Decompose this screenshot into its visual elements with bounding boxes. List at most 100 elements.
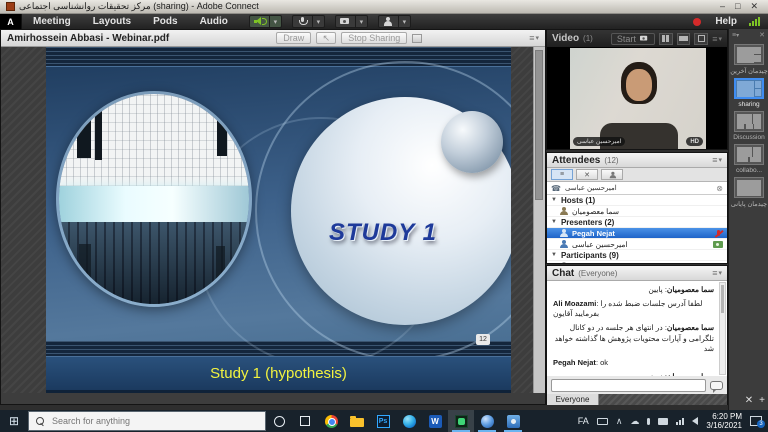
chevron-down-icon: ▾ [719, 35, 723, 43]
close-layout-icon[interactable]: ✕ [745, 395, 753, 406]
layout-item[interactable]: چیدمان آخرین [729, 44, 768, 75]
file-explorer-button[interactable] [344, 410, 370, 432]
chrome-button[interactable] [318, 410, 344, 432]
stop-sharing-button[interactable]: Stop Sharing [341, 32, 407, 44]
attendee-list-view-button[interactable]: ≡ [551, 169, 573, 180]
menu-pods[interactable]: Pods [142, 14, 188, 29]
browser-app-button[interactable] [474, 410, 500, 432]
cortana-button[interactable] [266, 410, 292, 432]
task-view-button[interactable] [292, 410, 318, 432]
tab-everyone[interactable]: Everyone [547, 394, 599, 405]
menu-meeting[interactable]: Meeting [22, 14, 82, 29]
webcam-dropdown[interactable]: ▾ [356, 15, 367, 28]
breakout-view-button[interactable]: ✕ [576, 169, 598, 180]
adobe-connect-taskbar-button[interactable] [448, 410, 474, 432]
chat-pod-title: Chat [552, 268, 574, 279]
dismiss-icon[interactable]: ⊗ [716, 184, 723, 193]
menu-icon: ≡ [712, 155, 717, 165]
layout-thumbnail[interactable] [734, 144, 764, 165]
group-header-presenters[interactable]: ▼ Presenters (2) [547, 217, 727, 228]
speaker-dropdown[interactable]: ▾ [270, 15, 281, 28]
draw-button[interactable]: Draw [276, 32, 311, 44]
maximize-icon[interactable]: □ [735, 1, 740, 12]
layouts-bar-close-icon[interactable]: ✕ [759, 31, 765, 39]
status-control[interactable]: ▾ [378, 15, 411, 28]
share-pod: Amirhossein Abbasi - Webinar.pdf Draw ↖ … [0, 29, 546, 405]
menu-layouts[interactable]: Layouts [82, 14, 142, 29]
layouts-sidebar: ≡▾ ✕ چیدمان آخرین sharing Discussion [728, 29, 768, 410]
speaker-control[interactable]: ▾ [249, 15, 282, 28]
attendee-row[interactable]: امیرحسین عباسی [547, 239, 727, 250]
onedrive-cloud-icon[interactable]: ☁ [630, 416, 639, 427]
layout-item[interactable]: چیدمان پایانی [729, 177, 768, 208]
volume-icon[interactable] [692, 417, 698, 425]
taskbar-search[interactable] [28, 411, 266, 431]
presentation-slide: STUDY 1 12 Study 1 (hypothesis) [46, 47, 511, 393]
webcam-control[interactable]: ▾ [335, 15, 368, 28]
attendee-row[interactable]: Ali Moazami [547, 261, 727, 264]
menu-help[interactable]: Help [715, 16, 737, 27]
language-indicator[interactable]: FA [578, 416, 589, 426]
filmstrip-view-button[interactable] [677, 33, 691, 45]
connection-signal-icon[interactable] [749, 17, 760, 26]
group-header-participants[interactable]: ▼ Participants (9) [547, 250, 727, 261]
send-message-icon[interactable] [710, 381, 723, 390]
microphone-control[interactable]: ▾ [292, 15, 325, 28]
close-icon[interactable]: ✕ [750, 1, 758, 12]
attendee-row[interactable]: سما معصومیان [547, 206, 727, 217]
layout-thumbnail[interactable] [734, 78, 764, 99]
word-button[interactable]: W [422, 410, 448, 432]
add-layout-icon[interactable]: + [759, 395, 765, 406]
settings-app-button[interactable] [500, 410, 526, 432]
pointer-button[interactable]: ↖ [316, 32, 336, 44]
keyboard-icon[interactable] [597, 418, 608, 425]
layout-thumbnail[interactable] [734, 44, 764, 65]
collapse-icon: ▼ [551, 197, 557, 203]
network-icon[interactable] [676, 418, 684, 425]
attendee-row-selected[interactable]: Pegah Nejat [547, 228, 727, 239]
video-pod-menu[interactable]: ≡ ▾ [712, 34, 722, 44]
photoshop-button[interactable]: Ps [370, 410, 396, 432]
minimize-icon[interactable]: – [720, 1, 725, 12]
layout-thumbnail[interactable] [734, 111, 764, 132]
chat-tabs-bar: Everyone [547, 394, 727, 405]
layout-item[interactable]: Discussion [729, 111, 768, 141]
share-pod-header: Amirhossein Abbasi - Webinar.pdf Draw ↖ … [1, 30, 545, 47]
tray-folder-icon[interactable] [658, 418, 668, 425]
layout-thumbnail[interactable] [734, 177, 764, 198]
status-dropdown[interactable]: ▾ [399, 15, 410, 28]
attendees-pod-menu[interactable]: ≡ ▾ [712, 155, 722, 165]
slide-sphere [441, 111, 503, 173]
start-button[interactable]: ⊞ [0, 410, 28, 432]
start-webcam-button[interactable]: Start [611, 33, 655, 45]
chat-pod-menu[interactable]: ≡ ▾ [712, 268, 722, 278]
grid-view-button[interactable] [659, 33, 673, 45]
search-input[interactable] [50, 415, 230, 427]
chat-input-row [547, 376, 727, 394]
share-scrollbar[interactable] [533, 47, 545, 393]
chat-scope: (Everyone) [578, 269, 617, 278]
share-pod-menu[interactable]: ≡ ▾ [529, 33, 539, 43]
microphone-dropdown[interactable]: ▾ [313, 15, 324, 28]
hidden-icons-chevron[interactable]: ∧ [616, 416, 623, 427]
video-fullscreen-button[interactable] [694, 33, 708, 45]
video-pod-title: Video [552, 33, 579, 44]
layout-item-selected[interactable]: sharing [729, 78, 768, 108]
action-center-icon[interactable]: 3 [750, 416, 762, 426]
share-scrollbar-thumb[interactable] [535, 50, 543, 200]
taskbar-clock[interactable]: 6:20 PM 3/16/2021 [706, 412, 742, 430]
attendee-status-view-button[interactable] [601, 169, 623, 180]
menu-audio[interactable]: Audio [189, 14, 239, 29]
webcam-video: امیرحسین عباسی HD [570, 48, 706, 149]
chat-scrollbar[interactable] [719, 282, 726, 375]
layouts-bar-menu[interactable]: ≡▾ [732, 32, 739, 39]
fullscreen-icon[interactable] [412, 34, 422, 43]
edge-button[interactable] [396, 410, 422, 432]
chat-input[interactable] [551, 379, 706, 392]
group-header-hosts[interactable]: ▼ Hosts (1) [547, 195, 727, 206]
cortana-icon [274, 416, 285, 427]
microphone-tray-icon[interactable] [647, 418, 650, 425]
chat-scrollbar-thumb[interactable] [721, 285, 724, 313]
layout-item[interactable]: collabo... [729, 144, 768, 174]
attendees-pod-header: Attendees (12) ≡ ▾ [547, 153, 727, 168]
